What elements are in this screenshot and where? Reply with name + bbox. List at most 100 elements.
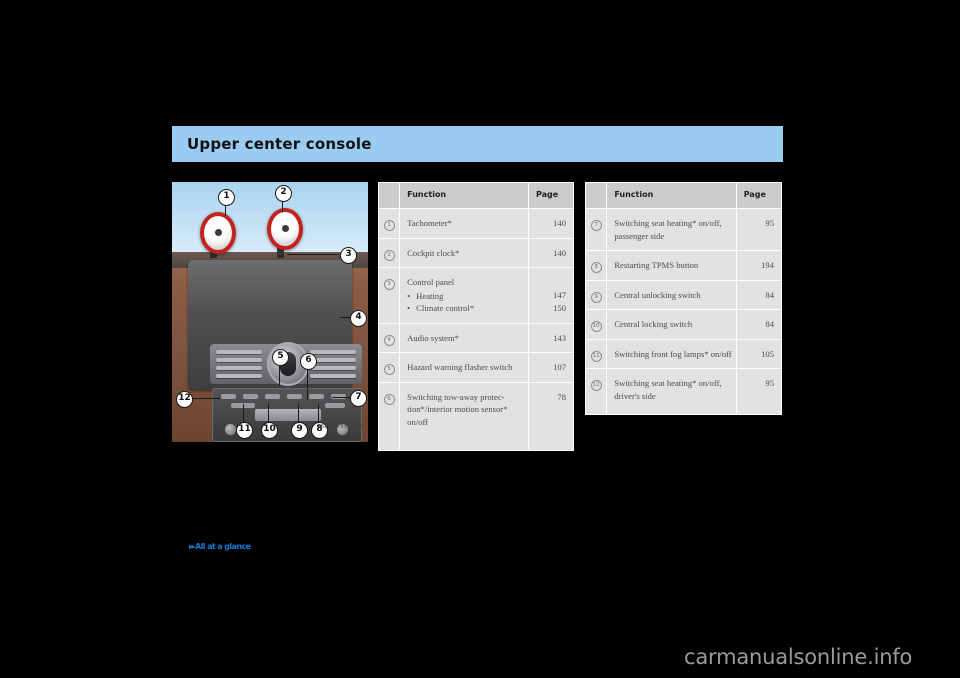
row-function-cell: Restarting TPMS button <box>607 251 736 280</box>
column-header-number <box>379 183 400 208</box>
row-function-cell: Hazard warning flasher switch <box>400 353 528 382</box>
callout-12: 12 <box>176 391 193 408</box>
callout-1: 1 <box>218 189 235 206</box>
row-page-cell: 84 <box>736 280 781 309</box>
row-number-cell: 8 <box>586 251 607 280</box>
row-number-cell: 10 <box>586 310 607 339</box>
function-table-right: Function Page 7 Switching seat heating* … <box>585 182 782 415</box>
row-function-cell: Switching front fog lamps* on/off <box>607 339 736 368</box>
table-row: 3 Control panel Heating Climate control*… <box>379 268 573 323</box>
circled-number: 5 <box>383 364 395 375</box>
row-page-cell: 140 <box>528 238 573 267</box>
row-sub-items: Heating Climate control* <box>407 290 524 315</box>
page-section-banner: Upper center console <box>172 126 783 162</box>
callout-10: 10 <box>261 422 278 439</box>
row-function-cell: Central unlocking switch <box>607 280 736 309</box>
double-arrow-icon: ▸▸ <box>189 542 196 551</box>
leader-line-7 <box>332 397 350 398</box>
cockpit-clock-gauge <box>267 208 303 250</box>
row-number-cell: 7 <box>586 209 607 250</box>
circled-number: 7 <box>590 220 602 231</box>
function-table-left: Function Page 1 Tachometer* 140 2 Cockpi… <box>378 182 574 451</box>
callout-5: 5 <box>272 349 289 366</box>
sub-item: Climate control* <box>407 302 524 315</box>
row-function-cell: Switching seat heating* on/off, passenge… <box>607 209 736 250</box>
row-function-cell: Audio system* <box>400 323 528 352</box>
leader-line-12 <box>190 398 220 399</box>
leader-line-10 <box>268 404 269 422</box>
row-number-cell: 4 <box>379 323 400 352</box>
row-number-cell: 3 <box>379 268 400 323</box>
all-at-a-glance-label: All at a glance <box>195 542 251 551</box>
row-page-cell: 78 <box>528 382 573 450</box>
circled-number: 2 <box>383 249 395 261</box>
row-page-cell: 107 <box>528 353 573 382</box>
callout-3: 3 <box>340 247 357 264</box>
row-function-cell: Tachometer* <box>400 209 528 238</box>
leader-line-9 <box>298 404 299 422</box>
column-header-page: Page <box>528 183 573 208</box>
table-row: 1 Tachometer* 140 <box>379 209 573 238</box>
center-console-illustration: 1 2 3 4 5 6 7 8 9 10 11 12 P68.20-3742-3… <box>172 182 368 442</box>
row-number-cell: 12 <box>586 369 607 414</box>
row-page-cell: 105 <box>736 339 781 368</box>
table-row: 2 Cockpit clock* 140 <box>379 238 573 267</box>
row-function-cell: Switching seat heating* on/off, driver's… <box>607 369 736 414</box>
callout-6: 6 <box>300 353 317 370</box>
table-header-row: Function Page <box>586 183 781 208</box>
column-header-function: Function <box>400 183 528 208</box>
row-page-cell: 194 <box>736 251 781 280</box>
callout-4: 4 <box>350 310 367 327</box>
leader-line-6 <box>307 368 308 400</box>
all-at-a-glance-link[interactable]: ▸▸All at a glance <box>189 542 251 551</box>
callout-7: 7 <box>350 390 367 407</box>
row-page-cell: 95 <box>736 369 781 414</box>
column-header-function: Function <box>607 183 736 208</box>
leader-line-5 <box>279 364 280 386</box>
row-function-label: Control panel <box>407 277 455 287</box>
column-header-number <box>586 183 607 208</box>
row-number-cell: 2 <box>379 238 400 267</box>
column-header-page: Page <box>736 183 781 208</box>
page-title: Upper center console <box>187 135 372 153</box>
table-row: 10 Central locking switch 84 <box>586 310 781 339</box>
table-row: 12 Switching seat heating* on/off, drive… <box>586 369 781 414</box>
row-number-cell: 5 <box>379 353 400 382</box>
table-row: 8 Restarting TPMS button 194 <box>586 251 781 280</box>
circled-number: 6 <box>383 393 395 405</box>
circled-number: 3 <box>383 279 395 290</box>
row-function-cell: Cockpit clock* <box>400 238 528 267</box>
row-number-cell: 9 <box>586 280 607 309</box>
table-row: 6 Switching tow-away protec-tion*/interi… <box>379 382 573 450</box>
circled-number: 12 <box>590 380 602 391</box>
circled-number: 8 <box>590 262 602 273</box>
row-page-cell: 95 <box>736 209 781 250</box>
row-function-cell: Switching tow-away protec-tion*/interior… <box>400 382 528 450</box>
row-number-cell: 1 <box>379 209 400 238</box>
callout-2: 2 <box>275 185 292 202</box>
table-row: 7 Switching seat heating* on/off, passen… <box>586 209 781 250</box>
figure-reference-code: P68.20-3742-31 <box>317 424 364 430</box>
table-row: 9 Central unlocking switch 84 <box>586 280 781 309</box>
row-page-cell: 147 150 <box>528 268 573 323</box>
table-row: 5 Hazard warning flasher switch 107 <box>379 353 573 382</box>
table-row: 4 Audio system* 143 <box>379 323 573 352</box>
leader-line-8 <box>318 404 319 422</box>
leader-line-3 <box>287 254 339 255</box>
illustration-console-panel <box>188 260 362 442</box>
site-watermark: carmanualsonline.info <box>684 645 913 669</box>
callout-11: 11 <box>236 422 253 439</box>
circled-number: 10 <box>590 321 602 332</box>
leader-line-11 <box>243 404 244 422</box>
circled-number: 4 <box>383 334 395 346</box>
row-page-cell: 143 <box>528 323 573 352</box>
table-row: 11 Switching front fog lamps* on/off 105 <box>586 339 781 368</box>
row-page-cell: 84 <box>736 310 781 339</box>
table-header-row: Function Page <box>379 183 573 208</box>
row-page-cell: 140 <box>528 209 573 238</box>
tachometer-gauge <box>200 212 236 254</box>
circled-number: 9 <box>590 291 602 303</box>
sub-item: Heating <box>407 290 524 303</box>
circled-number: 11 <box>590 350 602 362</box>
row-function-cell: Control panel Heating Climate control* <box>400 268 528 323</box>
